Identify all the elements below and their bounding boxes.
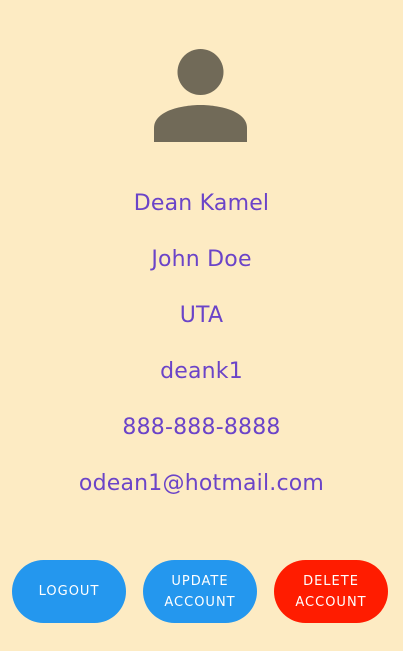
update-account-button[interactable]: UPDATE ACCOUNT: [143, 560, 257, 623]
profile-full-name: John Doe: [151, 247, 252, 272]
profile-username: deank1: [160, 359, 243, 384]
profile-organization: UTA: [179, 303, 224, 328]
logout-button[interactable]: LOGOUT: [12, 560, 126, 623]
profile-phone: 888-888-8888: [122, 415, 281, 440]
profile-display-name: Dean Kamel: [133, 191, 270, 216]
profile-email: odean1@hotmail.com: [78, 471, 325, 496]
delete-account-button[interactable]: DELETE ACCOUNT: [274, 560, 388, 623]
person-icon: [154, 48, 247, 142]
